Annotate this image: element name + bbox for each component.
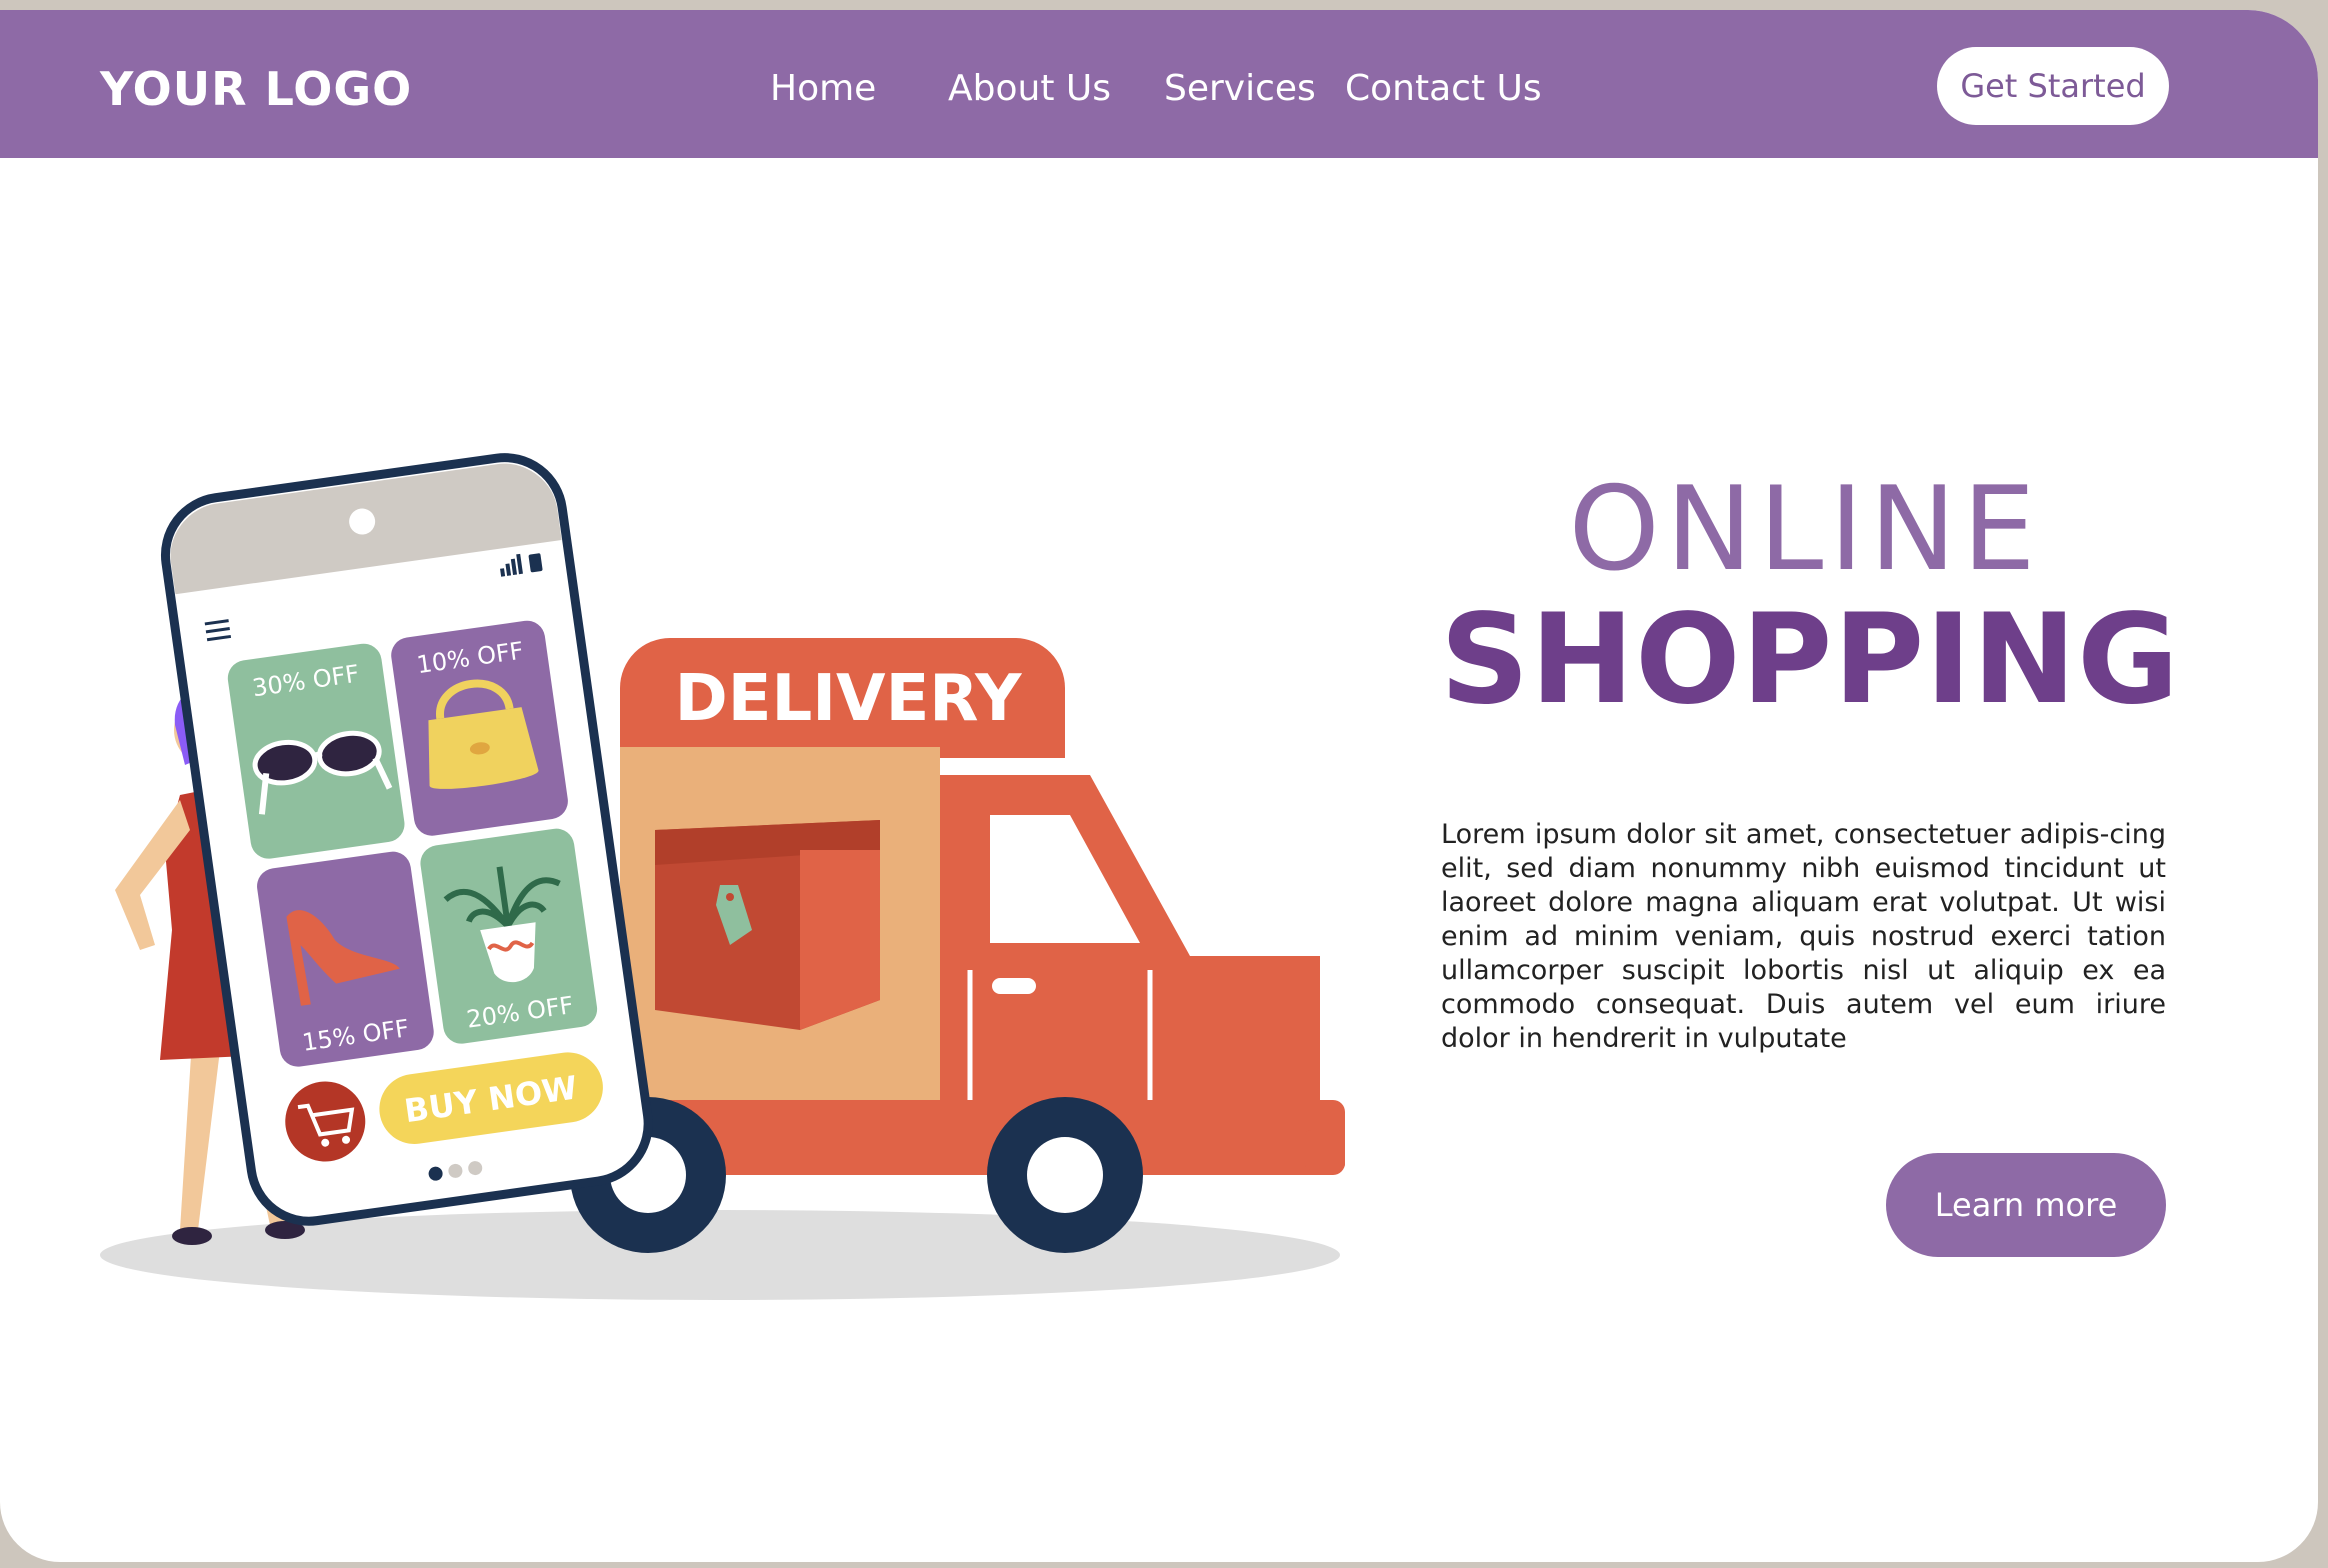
nav-home-link[interactable]: Home (770, 68, 876, 109)
nav-services-link[interactable]: Services (1164, 68, 1316, 109)
nav-contact-link[interactable]: Contact Us (1345, 68, 1542, 109)
get-started-button[interactable]: Get Started (1937, 47, 2169, 125)
landing-page: YOUR LOGO Home About Us Services Contact… (0, 10, 2318, 1562)
headline-shopping: SHOPPING (1440, 588, 2180, 732)
headline-online: ONLINE (1568, 462, 2042, 597)
nav-about-link[interactable]: About Us (948, 68, 1111, 109)
truck-delivery-label: DELIVERY (675, 662, 1022, 736)
top-navbar: YOUR LOGO Home About Us Services Contact… (0, 10, 2318, 158)
smartphone: 30% OFF 10% OFF 15% OFF 20% OFF BUY NOW (160, 453, 653, 1226)
delivery-illustration: DELIVERY 30% OFF 10% OFF 15% OFF 20% OFF… (100, 453, 1345, 1300)
logo[interactable]: YOUR LOGO (100, 62, 412, 116)
hero-body-text: Lorem ipsum dolor sit amet, consectetuer… (1441, 819, 2166, 1054)
learn-more-button[interactable]: Learn more (1886, 1153, 2166, 1257)
battery-icon (528, 553, 543, 573)
wheel-icon (987, 1097, 1143, 1253)
